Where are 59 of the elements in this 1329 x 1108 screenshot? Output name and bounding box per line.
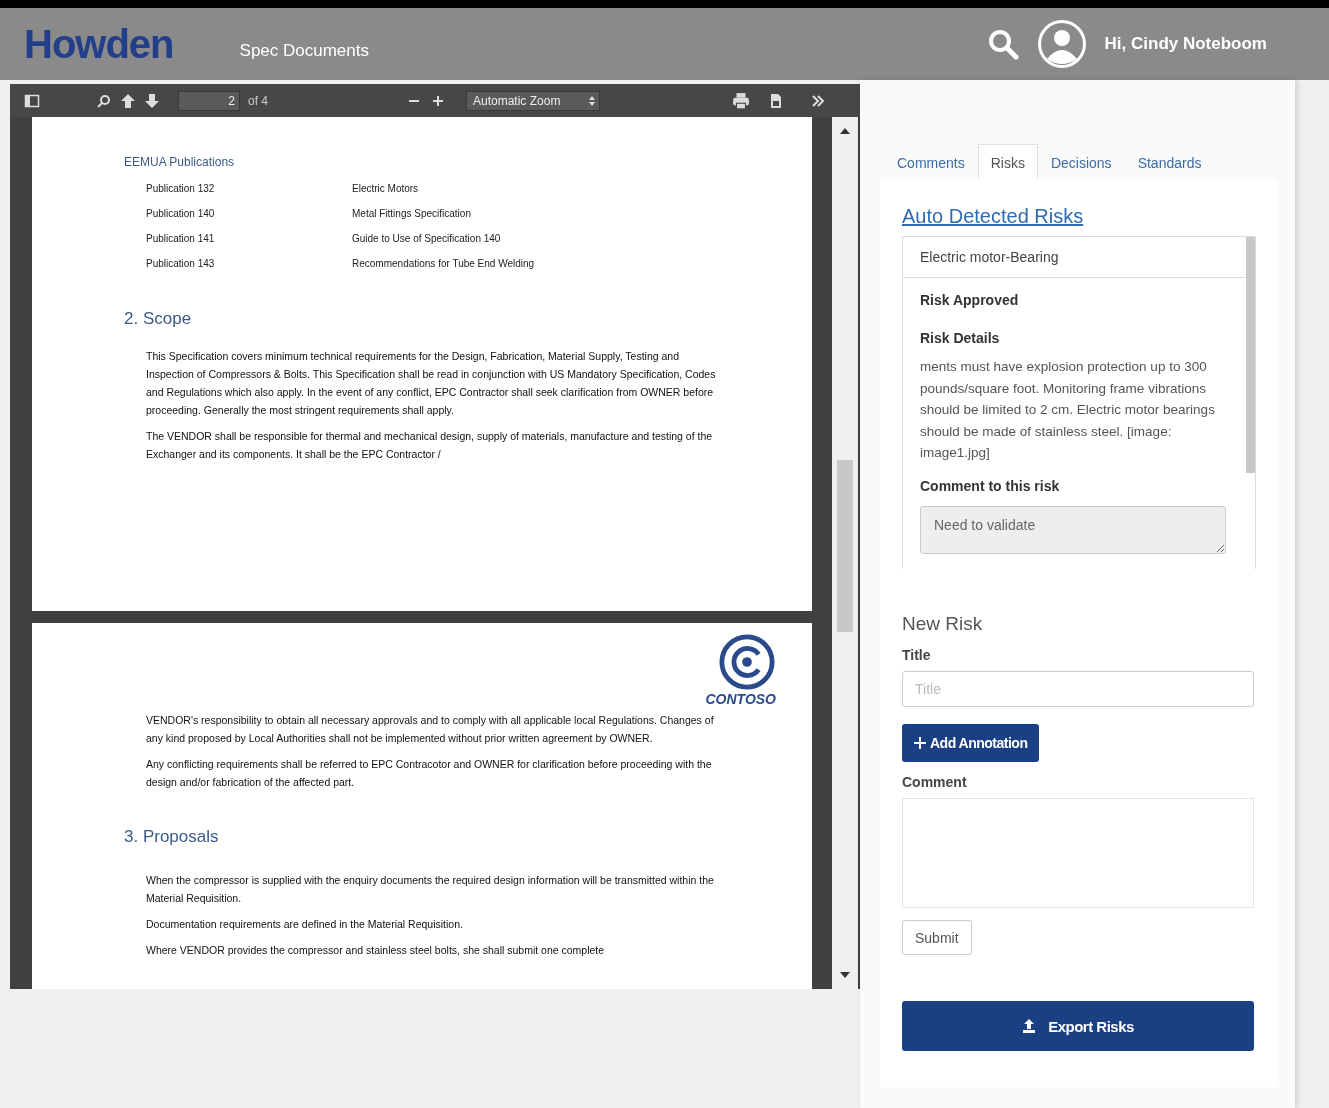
upload-icon — [1022, 1019, 1037, 1033]
comment-label: Comment — [902, 774, 967, 790]
title-field[interactable]: Title — [902, 671, 1254, 707]
page-count: of 4 — [248, 93, 268, 108]
arrow-up-icon[interactable] — [120, 92, 136, 109]
publication-cell-text: Recommendations for Tube End Welding — [352, 258, 536, 269]
section-title[interactable]: Spec Documents — [239, 41, 369, 61]
risk-comment-field[interactable]: Need to validate — [920, 505, 1226, 554]
add-annotation-button[interactable]: Add Annotation — [902, 724, 1040, 762]
zoom-select[interactable]: Automatic Zoom — [466, 90, 600, 111]
export-risks-button[interactable]: Export Risks — [902, 1001, 1254, 1051]
publication-cell-text: Publication 141 — [146, 233, 216, 244]
tab[interactable]: Risks — [977, 144, 1038, 179]
scrollbar[interactable] — [832, 117, 858, 989]
comment-field[interactable] — [902, 798, 1254, 908]
page-number-field[interactable]: 2 — [178, 90, 240, 111]
scroll-thumb[interactable] — [837, 460, 853, 632]
search-icon[interactable] — [986, 28, 1019, 60]
comment-label: Comment to this risk — [920, 477, 1061, 494]
user-greeting[interactable]: Hi, Cindy Noteboom — [1104, 34, 1267, 54]
risk-details: ments must have explosion protection up to 300 pounds/square foot. Monitoring frame vibrations should be limited to 2 cm. Electric motor bearings should be made of stainless steel. [image: image1.jpg] — [920, 358, 1216, 462]
tab[interactable]: Decisions — [1037, 144, 1125, 179]
publication-cell-text: Publication 132 — [146, 183, 216, 194]
arrow-down-icon[interactable] — [144, 92, 160, 109]
avatar-icon[interactable] — [1036, 19, 1087, 69]
tab[interactable]: Comments — [884, 144, 978, 179]
publication-cell-text: Electric Motors — [352, 183, 420, 194]
document-subheading: EEMUA Publications — [124, 155, 236, 169]
auto-detected-risks-link[interactable]: Auto Detected Risks — [902, 205, 1084, 228]
title-label: Title — [902, 647, 931, 663]
document-paragraph: When the compressor is supplied with the enquiry documents the required design information will be transmitted within the Material Requisition. — [146, 873, 715, 906]
print-icon[interactable] — [732, 91, 750, 110]
sidebar-toggle-icon[interactable] — [24, 92, 40, 109]
new-risk-heading: New Risk — [902, 613, 983, 635]
document-paragraph: VENDOR's responsibility to obtain all necessary approvals and to comply with all applicable local Regulations. Changes of any kind proposed by Local Authorities shall not be implemented without prior written agreement by OWNER. — [146, 713, 715, 746]
publication-cell-text: Publication 140 — [146, 208, 216, 219]
document-paragraph: Documentation requirements are defined in the Material Requisition. — [146, 917, 464, 932]
risk-status: Risk Approved — [920, 292, 1020, 308]
publication-cell-text: Publication 143 — [146, 258, 216, 269]
double-chevron-icon[interactable] — [810, 92, 826, 109]
plus-icon — [914, 737, 926, 749]
document-heading: 3. Proposals — [124, 827, 220, 847]
document-paragraph: Any conflicting requirements shall be referred to EPC Contracotor and OWNER for clarification before proceeding with the design and/or fabrication of the affected part. — [146, 757, 713, 790]
document-paragraph: The VENDOR shall be responsible for thermal and mechanical design, supply of materials, manufacture and testing of the Exchanger and its components. It shall be the EPC Contractor / — [146, 429, 714, 462]
up-down-caret-icon — [589, 95, 595, 106]
scrollbar[interactable] — [1246, 237, 1255, 473]
document-paragraph: This Specification covers minimum technical requirements for the Design, Fabrication, Material Supply, Testing and Inspection of Compressors & Bolts. This Specification shall be read in conjunction with US Mandatory Specification, Codes and Regulations which also apply. In the event of any conflict, EPC Contractor shall seek clarification from OWNER before proceeding. Generally the most stringent requirements shall apply. — [146, 349, 716, 418]
submit-button[interactable]: Submit — [902, 920, 972, 955]
app-logo[interactable]: Howden — [24, 21, 174, 67]
risk-details-label: Risk Details — [920, 330, 1001, 346]
company-logo-text: CONTOSO — [705, 691, 776, 707]
search-icon[interactable] — [96, 92, 112, 109]
document-paragraph: Where VENDOR provides the compressor and stainless steel bolts, she shall submit one complete — [146, 943, 606, 958]
publication-cell-text: Guide to Use of Specification 140 — [352, 233, 502, 244]
publication-cell-text: Metal Fittings Specification — [352, 208, 472, 219]
document-icon[interactable] — [768, 92, 784, 109]
c-logo-icon — [718, 633, 776, 691]
document-heading: 2. Scope — [124, 309, 193, 329]
tab[interactable]: Standards — [1124, 144, 1215, 179]
